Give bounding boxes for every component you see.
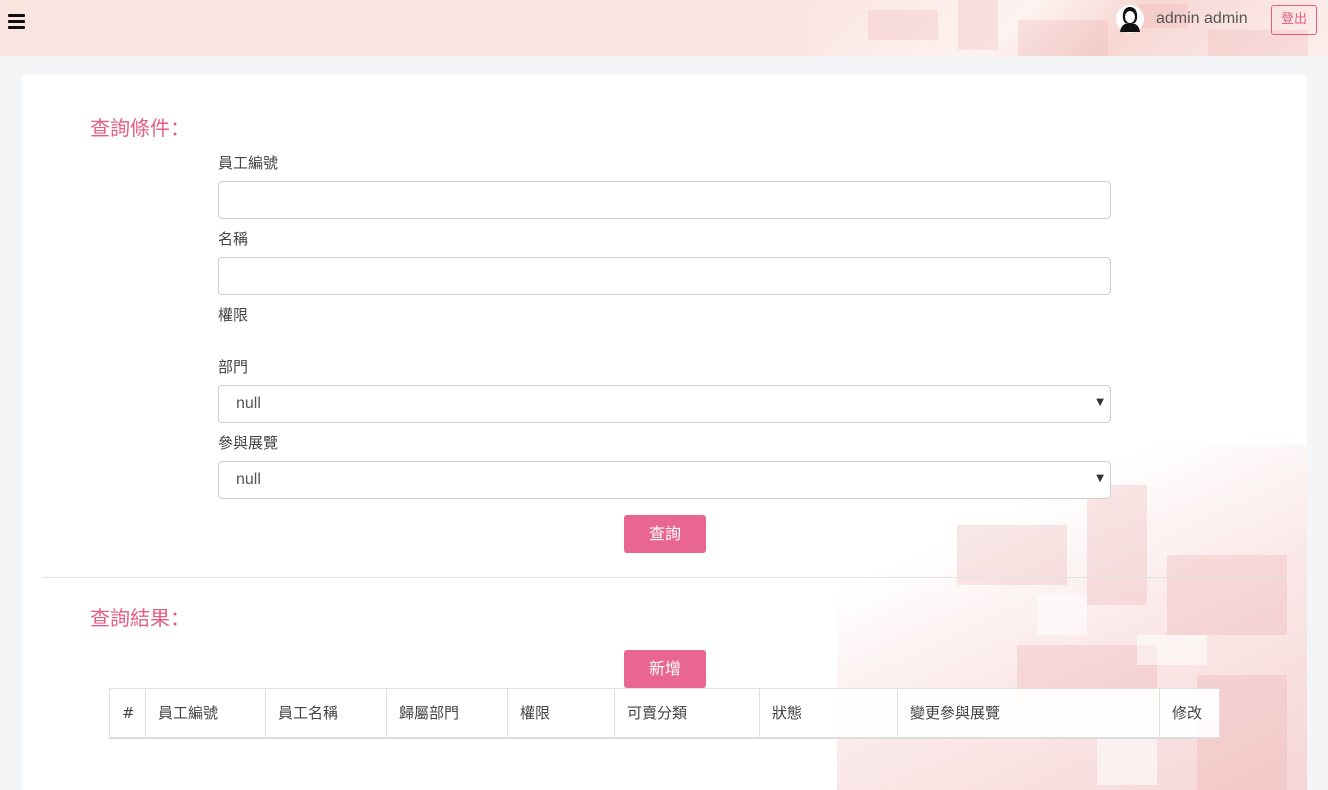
column-header-department: 歸屬部門 <box>387 689 508 738</box>
employee-id-input[interactable] <box>218 181 1111 219</box>
exhibition-label: 參與展覽 <box>218 434 279 452</box>
column-header-index: # <box>110 689 146 738</box>
exhibition-selected-value: null <box>236 471 261 488</box>
hamburger-menu-icon[interactable] <box>8 12 26 30</box>
dropdown-caret-icon: ▼ <box>1096 473 1104 484</box>
top-navbar: admin admin 登出 <box>0 0 1328 56</box>
department-label: 部門 <box>218 358 249 376</box>
column-header-permission: 權限 <box>508 689 615 738</box>
department-select[interactable]: null ▼ <box>218 385 1111 423</box>
name-input[interactable] <box>218 257 1111 295</box>
name-label: 名稱 <box>218 230 249 248</box>
column-header-edit: 修改 <box>1172 704 1203 722</box>
section-divider <box>42 577 1287 578</box>
column-header-employee-name: 員工名稱 <box>266 689 387 738</box>
username-label: admin admin <box>1156 10 1248 27</box>
column-header-sellable-category: 可賣分類 <box>615 689 760 738</box>
user-avatar-icon <box>1116 5 1144 33</box>
add-button[interactable]: 新增 <box>624 650 706 688</box>
department-selected-value: null <box>236 395 261 412</box>
main-panel: 查詢條件： 員工編號 名稱 權限 部門 null ▼ 參與展覽 null ▼ 查… <box>22 75 1307 790</box>
dropdown-caret-icon: ▼ <box>1096 397 1104 408</box>
header-decoration <box>808 0 1328 56</box>
permission-label: 權限 <box>218 306 249 324</box>
column-header-employee-id: 員工編號 <box>146 689 266 738</box>
column-header-change-exhibition: 變更參與展覽 <box>898 689 1160 738</box>
column-header-status: 狀態 <box>760 689 898 738</box>
query-conditions-title: 查詢條件： <box>90 116 190 140</box>
exhibition-select[interactable]: null ▼ <box>218 461 1111 499</box>
results-table: # 員工編號 員工名稱 歸屬部門 權限 可賣分類 狀態 變更參與展覽 修改 <box>109 688 1220 739</box>
query-results-title: 查詢結果： <box>90 606 190 630</box>
search-button[interactable]: 查詢 <box>624 515 706 553</box>
logout-button[interactable]: 登出 <box>1271 5 1317 35</box>
employee-id-label: 員工編號 <box>218 154 279 172</box>
